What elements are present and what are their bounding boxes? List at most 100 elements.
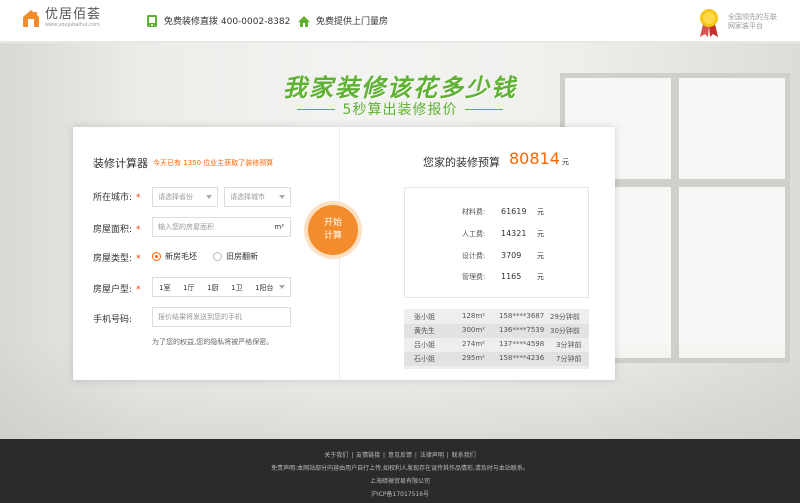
city-placeholder: 请选择城市 <box>230 193 265 201</box>
budget-value: 80814 <box>509 149 560 168</box>
record-time: 29分钟前 <box>550 313 580 321</box>
medal-icon <box>700 9 718 37</box>
recent-records: 张小姐 128m² 158****3687 29分钟前 黄先生 300m² 13… <box>404 309 589 369</box>
layout-label-text: 房屋户型: <box>93 285 133 295</box>
cost-value: 61619 <box>501 207 527 216</box>
privacy-note: 为了您的权益,您的隐私将被严格保密。 <box>152 338 274 346</box>
area-input[interactable]: 输入您的房屋面积 m² <box>152 217 291 237</box>
start-button-line2: 计算 <box>323 231 342 241</box>
layout-balconies: 1阳台 <box>255 284 274 292</box>
hotline: 免费装修直拨 400-0002-8382 <box>146 14 290 27</box>
logo-url: www.youjubaihui.com <box>45 22 100 28</box>
city-select[interactable]: 请选择城市 <box>224 187 291 207</box>
footer-link-feedback[interactable]: 意见反馈 <box>388 452 412 459</box>
required-mark: * <box>136 193 141 203</box>
record-time: 7分钟前 <box>556 355 582 363</box>
measure-service: 免费提供上门量房 <box>298 14 388 27</box>
layout-select[interactable]: 1室 1厅 1厨 1卫 1阳台 <box>152 277 291 297</box>
area-label: 房屋面积: * <box>93 222 141 235</box>
area-label-text: 房屋面积: <box>93 225 133 235</box>
hero-subtitle-wrap: 5秒算出装修报价 <box>285 100 515 118</box>
subtitle-line-left <box>296 108 335 110</box>
cost-value: 14321 <box>501 229 527 238</box>
record-area: 295m² <box>462 354 485 362</box>
record-phone: 158****4236 <box>499 354 545 362</box>
cost-name: 人工费: <box>462 230 486 238</box>
layout-baths: 1卫 <box>231 284 243 292</box>
layout-rooms: 1室 <box>159 284 171 292</box>
cost-value: 3709 <box>501 251 522 260</box>
calculator-card: 装修计算器 今天已有 1350 位业主获取了装修预算 所在城市: * 请选择省份 … <box>73 127 615 380</box>
layout-kitchens: 1厨 <box>207 284 219 292</box>
record-area: 300m² <box>462 326 485 334</box>
city-label: 所在城市: * <box>93 190 141 203</box>
footer-link-legal[interactable]: 法律声明 <box>420 452 444 459</box>
count-number: 1350 <box>183 159 202 167</box>
phone-label: 手机号码: <box>93 312 132 325</box>
cost-name: 材料费: <box>462 208 486 216</box>
footer-link-friends[interactable]: 友情链接 <box>356 452 380 459</box>
province-placeholder: 请选择省份 <box>158 193 193 201</box>
top-header: 优居佰荟 www.youjubaihui.com 免费装修直拨 400-0002… <box>0 0 800 42</box>
record-area: 274m² <box>462 340 485 348</box>
type-label: 房屋类型: * <box>93 251 141 264</box>
cost-unit: 元 <box>537 252 544 260</box>
count-suffix: 位业主获取了装修预算 <box>203 159 274 167</box>
phone-icon <box>147 14 157 27</box>
chevron-down-icon <box>279 285 285 289</box>
cost-unit: 元 <box>537 230 544 238</box>
budget-unit: 元 <box>562 158 569 166</box>
record-phone: 136****7539 <box>499 326 545 334</box>
cost-name: 设计费: <box>462 252 486 260</box>
cost-breakdown: 材料费: 61619 元 人工费: 14321 元 设计费: 3709 元 管理… <box>404 187 589 298</box>
radio-renovation[interactable] <box>213 252 222 261</box>
area-unit: m² <box>274 223 284 231</box>
chevron-down-icon <box>279 195 285 199</box>
table-row: 石小姐 295m² 158****4236 7分钟前 <box>404 352 589 366</box>
cost-unit: 元 <box>537 208 544 216</box>
record-time: 3分钟前 <box>556 341 582 349</box>
logo-name: 优居佰荟 <box>45 7 102 22</box>
hero-title: 我家装修该花多少钱 <box>283 74 517 102</box>
phone-label-text: 手机号码: <box>93 315 133 325</box>
count-prefix: 今天已有 <box>153 159 181 167</box>
hotline-text: 免费装修直拨 400-0002-8382 <box>164 17 291 27</box>
footer-company: 上海暗禅贸易有限公司 <box>369 478 430 485</box>
page-footer: 关于我们 | 友情链接 | 意见反馈 | 法律声明 | 联系我们 免责声明:本网… <box>0 439 800 503</box>
radio-new-house-label[interactable]: 新房毛坯 <box>165 251 197 262</box>
province-select[interactable]: 请选择省份 <box>152 187 218 207</box>
radio-new-house[interactable] <box>152 252 161 261</box>
area-placeholder: 输入您的房屋面积 <box>158 223 214 231</box>
record-name: 石小姐 <box>414 355 435 363</box>
footer-icp[interactable]: 沪ICP备17017516号 <box>0 489 800 498</box>
house-measure-icon <box>298 15 310 27</box>
site-logo[interactable]: 优居佰荟 www.youjubaihui.com <box>21 8 101 29</box>
table-row: 黄先生 300m² 136****7539 30分钟前 <box>404 324 589 338</box>
start-button-line1: 开始 <box>323 218 342 228</box>
cost-unit: 元 <box>537 273 544 281</box>
footer-link-about[interactable]: 关于我们 <box>324 452 348 459</box>
record-name: 黄先生 <box>414 327 435 335</box>
calculator-title: 装修计算器 <box>93 157 148 170</box>
footer-link-contact[interactable]: 联系我们 <box>452 452 476 459</box>
platform-slogan: 全国领先的互联网家装平台 <box>728 13 777 30</box>
cost-value: 1165 <box>501 272 522 281</box>
record-area: 128m² <box>462 312 485 320</box>
service-text: 免费提供上门量房 <box>316 17 389 27</box>
layout-halls: 1厅 <box>183 284 195 292</box>
record-phone: 158****3687 <box>499 312 545 320</box>
type-label-text: 房屋类型: <box>93 254 133 264</box>
footer-links: 关于我们 | 友情链接 | 意见反馈 | 法律声明 | 联系我们 <box>324 452 476 459</box>
phone-placeholder: 报价结果将发送到您的手机 <box>158 313 242 321</box>
table-row: 吕小姐 274m² 137****4598 3分钟前 <box>404 338 589 352</box>
subtitle-line-right <box>465 108 504 110</box>
record-time: 30分钟前 <box>550 327 580 335</box>
start-calculate-button[interactable]: 开始 计算 <box>308 205 358 255</box>
record-name: 张小姐 <box>414 313 435 321</box>
radio-renovation-label[interactable]: 旧房翻新 <box>226 251 258 262</box>
phone-input[interactable]: 报价结果将发送到您的手机 <box>152 307 291 327</box>
record-phone: 137****4598 <box>499 340 545 348</box>
chevron-down-icon <box>206 195 212 199</box>
required-mark: * <box>136 225 141 235</box>
budget-label: 您家的装修预算 <box>423 156 500 169</box>
